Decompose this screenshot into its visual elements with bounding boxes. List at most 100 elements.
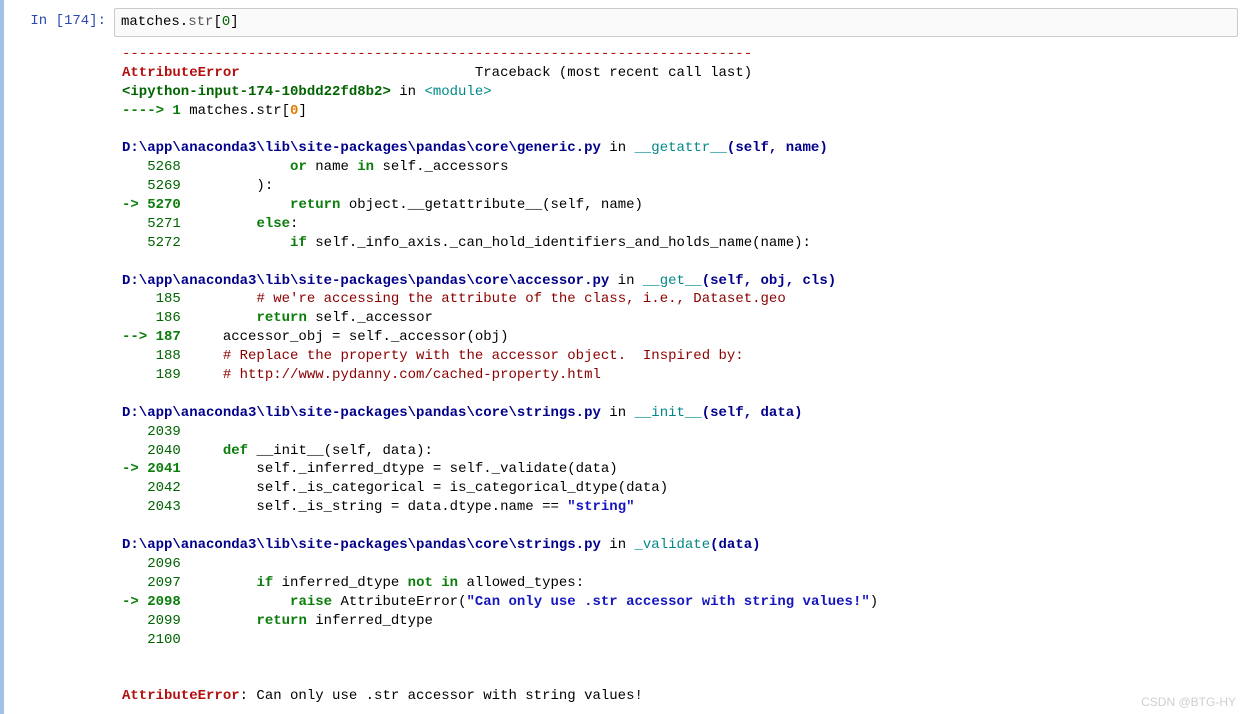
- line-number: 185: [122, 291, 181, 307]
- frame-sig: (self, obj, cls): [702, 273, 836, 289]
- frame-sig: (self, data): [702, 405, 803, 421]
- code-segment: ): [870, 594, 878, 610]
- code-line-1: matches.str[: [181, 103, 290, 119]
- module-name: <module>: [424, 84, 491, 100]
- frame-path: D:\app\anaconda3\lib\site-packages\panda…: [122, 140, 601, 156]
- input-cell: In [174]: matches.str[0]: [4, 8, 1246, 37]
- code-segment: "string": [567, 499, 634, 515]
- final-error-msg: : Can only use .str accessor with string…: [240, 688, 643, 704]
- line-number: 2100: [122, 632, 181, 648]
- code-segment: [189, 348, 223, 364]
- code-segment: def: [223, 443, 248, 459]
- line-number: 5269: [122, 178, 181, 194]
- code-segment: if: [256, 575, 273, 591]
- code-input[interactable]: matches.str[0]: [114, 8, 1238, 37]
- code-segment: inferred_dtype: [307, 613, 433, 629]
- line-number-arrow: --> 187: [122, 329, 181, 345]
- code-segment: [189, 235, 290, 251]
- code-segment: [189, 594, 290, 610]
- frame-sig: (self, name): [727, 140, 828, 156]
- code-segment: [189, 159, 290, 175]
- frame-path: D:\app\anaconda3\lib\site-packages\panda…: [122, 273, 609, 289]
- in-kw: in: [391, 84, 425, 100]
- code-segment: not in: [408, 575, 458, 591]
- code-segment: allowed_types:: [458, 575, 584, 591]
- input-prompt: In [174]:: [4, 8, 114, 31]
- traceback-label: Traceback (most recent call last): [475, 65, 752, 81]
- line-number: 5271: [122, 216, 181, 232]
- code-segment: "Can only use .str accessor with string …: [466, 594, 869, 610]
- code-segment: ):: [189, 178, 273, 194]
- code-segment: # we're accessing the attribute of the c…: [256, 291, 785, 307]
- line-number: 188: [122, 348, 181, 364]
- code-segment: [189, 291, 256, 307]
- code-segment: self._accessor: [307, 310, 433, 326]
- code-segment: [189, 613, 256, 629]
- frame-sig: (data): [710, 537, 760, 553]
- in-kw: in: [601, 140, 635, 156]
- frame-func: _validate: [635, 537, 711, 553]
- traceback-output: ----------------------------------------…: [122, 45, 1238, 706]
- code-text: matches.str[0]: [121, 14, 239, 30]
- line-number: 2096: [122, 556, 181, 572]
- code-segment: # Replace the property with the accessor…: [223, 348, 744, 364]
- line-number: 2097: [122, 575, 181, 591]
- code-segment: [189, 197, 290, 213]
- arrow: ----> 1: [122, 103, 181, 119]
- code-segment: return: [256, 310, 306, 326]
- code-segment: AttributeError(: [332, 594, 466, 610]
- code-segment: :: [290, 216, 298, 232]
- line-number: 2040: [122, 443, 181, 459]
- code-segment: object.__getattribute__(self, name): [340, 197, 642, 213]
- line-number: 5268: [122, 159, 181, 175]
- code-suffix: ]: [298, 103, 306, 119]
- frame-path: D:\app\anaconda3\lib\site-packages\panda…: [122, 405, 601, 421]
- code-segment: return: [256, 613, 306, 629]
- line-number: 189: [122, 367, 181, 383]
- notebook-container: In [174]: matches.str[0] ---------------…: [0, 0, 1246, 714]
- code-segment: return: [290, 197, 340, 213]
- line-number: 2042: [122, 480, 181, 496]
- code-segment: [189, 575, 256, 591]
- code-segment: # http://www.pydanny.com/cached-property…: [223, 367, 601, 383]
- code-segment: __init__(self, data):: [248, 443, 433, 459]
- line-number-arrow: -> 2098: [122, 594, 181, 610]
- in-kw: in: [601, 537, 635, 553]
- in-kw: in: [601, 405, 635, 421]
- line-number: 186: [122, 310, 181, 326]
- code-segment: self._inferred_dtype = self._validate(da…: [189, 461, 617, 477]
- watermark: CSDN @BTG-HY: [1141, 694, 1236, 710]
- code-segment: accessor_obj = self._accessor(obj): [189, 329, 508, 345]
- code-segment: [189, 443, 223, 459]
- code-segment: or: [290, 159, 307, 175]
- frame-func: __get__: [643, 273, 702, 289]
- code-segment: [189, 216, 256, 232]
- code-segment: if: [290, 235, 307, 251]
- hr-line: ----------------------------------------…: [122, 46, 752, 62]
- line-number-arrow: -> 5270: [122, 197, 181, 213]
- spacer: [240, 65, 475, 81]
- code-segment: self._is_string = data.dtype.name ==: [189, 499, 567, 515]
- frame-path: D:\app\anaconda3\lib\site-packages\panda…: [122, 537, 601, 553]
- line-number: 2099: [122, 613, 181, 629]
- in-kw: in: [609, 273, 643, 289]
- code-segment: self._accessors: [374, 159, 508, 175]
- code-segment: else: [256, 216, 290, 232]
- code-segment: self._info_axis._can_hold_identifiers_an…: [307, 235, 811, 251]
- error-name: AttributeError: [122, 65, 240, 81]
- frame-func: __getattr__: [635, 140, 727, 156]
- line-number: 2039: [122, 424, 181, 440]
- line-number: 5272: [122, 235, 181, 251]
- line-number-arrow: -> 2041: [122, 461, 181, 477]
- code-segment: [189, 367, 223, 383]
- final-error-name: AttributeError: [122, 688, 240, 704]
- code-segment: raise: [290, 594, 332, 610]
- frame-location: <ipython-input-174-10bdd22fd8b2>: [122, 84, 391, 100]
- line-number: 2043: [122, 499, 181, 515]
- code-segment: self._is_categorical = is_categorical_dt…: [189, 480, 668, 496]
- code-segment: [189, 310, 256, 326]
- code-segment: inferred_dtype: [273, 575, 407, 591]
- frame-func: __init__: [635, 405, 702, 421]
- code-segment: name: [307, 159, 357, 175]
- code-segment: in: [357, 159, 374, 175]
